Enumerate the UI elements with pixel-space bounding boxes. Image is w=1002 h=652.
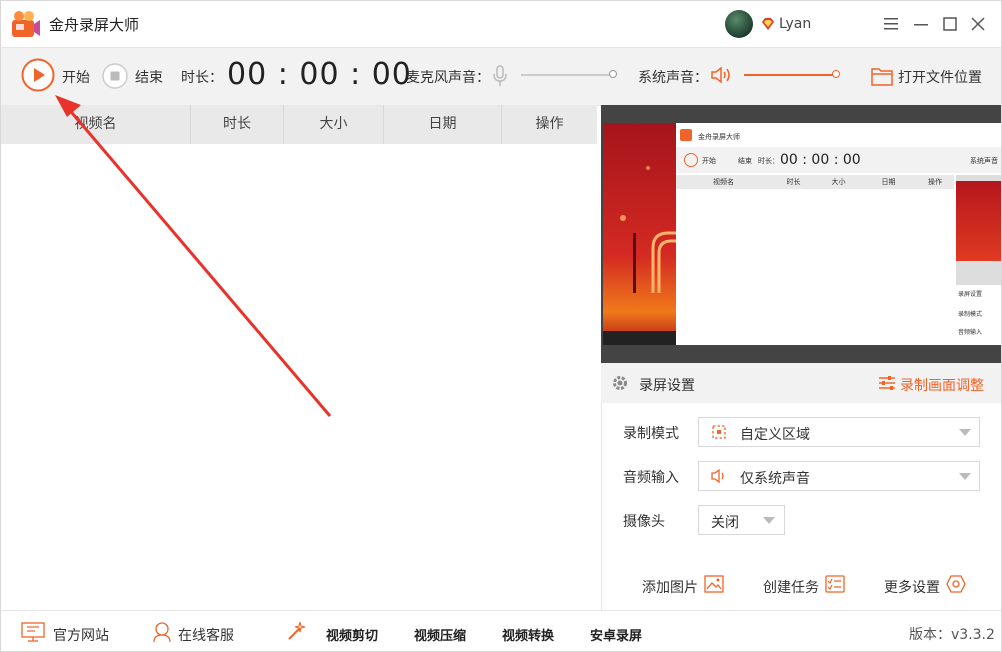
audio-value: 仅系统声音	[740, 471, 810, 487]
settings-title: 录屏设置	[639, 378, 695, 394]
camera-value: 关闭	[711, 515, 739, 531]
chevron-down-icon	[959, 473, 971, 480]
microphone-icon[interactable]	[493, 65, 507, 87]
preview-mini-title: 金舟录屏大师	[698, 133, 740, 141]
preview-mini-col: 视频名	[713, 178, 734, 186]
preview-screenshot: 金舟录屏大师 开始 结束 时长： 00 : 00 : 00 系统声音 视频名 时…	[603, 123, 1001, 345]
red-arrow-annotation	[55, 95, 332, 417]
task-list-icon[interactable]	[825, 575, 845, 593]
audio-label: 音频输入	[623, 470, 679, 486]
monitor-icon[interactable]	[21, 622, 45, 642]
system-volume-slider[interactable]	[744, 70, 842, 80]
bottom-bar: 官方网站 在线客服 视频剪切 视频压缩 视频转换 安卓录屏 版本：v3.3.2	[1, 610, 1001, 651]
preview-mini-col: 大小	[831, 178, 846, 186]
duration-label: 时长：	[181, 70, 223, 86]
start-label[interactable]: 开始	[62, 67, 90, 87]
video-compress-link[interactable]: 视频压缩	[414, 625, 466, 644]
close-icon[interactable]	[968, 14, 988, 34]
app-logo-icon	[12, 11, 40, 37]
menu-icon[interactable]	[881, 14, 901, 34]
stop-icon	[102, 63, 128, 89]
system-slider-knob[interactable]	[832, 70, 840, 78]
version-text: 版本：v3.3.2	[909, 627, 995, 643]
open-folder-button[interactable]: 打开文件位置	[898, 67, 982, 87]
folder-icon[interactable]	[871, 66, 893, 86]
app-window: 金舟录屏大师 Lyan 开始 结束 时长： 00: 00: 00 麦克风声音…	[0, 0, 1002, 652]
minimize-icon[interactable]	[911, 14, 931, 34]
mode-label: 录制模式	[623, 426, 679, 442]
camera-label: 摄像头	[623, 514, 665, 530]
preview-mini-settings: 录屏设置	[958, 291, 983, 298]
speaker-icon[interactable]	[710, 66, 732, 84]
mic-volume-slider[interactable]	[521, 70, 619, 80]
create-task-button[interactable]: 创建任务	[763, 577, 819, 597]
add-image-button[interactable]: 添加图片	[642, 577, 698, 597]
maximize-icon[interactable]	[940, 14, 960, 34]
official-website-link[interactable]: 官方网站	[53, 625, 109, 645]
preview-mini-col: 操作	[928, 178, 942, 186]
preview-poster-left	[603, 123, 676, 345]
preview-mini-stop: 结束	[738, 157, 752, 165]
video-cut-link[interactable]: 视频剪切	[326, 625, 378, 644]
username[interactable]: Lyan	[779, 16, 811, 32]
gear-icon	[613, 376, 627, 390]
image-icon[interactable]	[704, 575, 724, 593]
preview-panel: 金舟录屏大师 开始 结束 时长： 00 : 00 : 00 系统声音 视频名 时…	[601, 105, 1001, 363]
play-icon	[21, 58, 55, 92]
preview-mini-mode: 录制模式	[958, 311, 983, 318]
system-sound-label: 系统声音：	[638, 70, 708, 86]
app-title: 金舟录屏大师	[49, 16, 140, 34]
chevron-down-icon	[763, 517, 775, 524]
settings-header: 录屏设置 录制画面调整	[601, 363, 1001, 403]
sliders-icon[interactable]	[878, 375, 896, 391]
preview-mini-system: 系统声音	[970, 157, 998, 165]
chevron-down-icon	[959, 429, 971, 436]
preview-mini-window: 金舟录屏大师 开始 结束 时长： 00 : 00 : 00 系统声音 视频名 时…	[676, 123, 1001, 345]
audio-select[interactable]: 仅系统声音	[698, 461, 980, 491]
mic-label: 麦克风声音：	[406, 70, 490, 86]
start-button[interactable]	[21, 58, 55, 92]
title-bar: 金舟录屏大师 Lyan	[1, 1, 1001, 47]
mode-value: 自定义区域	[740, 427, 810, 443]
preview-mini-start: 开始	[702, 157, 716, 165]
video-convert-link[interactable]: 视频转换	[502, 625, 554, 644]
preview-mini-duration: 时长：	[758, 157, 779, 165]
support-agent-icon[interactable]	[152, 621, 172, 643]
stop-label[interactable]: 结束	[135, 67, 163, 87]
preview-mini-audio: 音频输入	[958, 329, 983, 336]
avatar[interactable]	[725, 10, 753, 38]
online-support-link[interactable]: 在线客服	[178, 625, 234, 645]
region-icon	[712, 425, 726, 439]
preview-mini-logo-icon	[680, 129, 692, 141]
preview-mini-col: 日期	[881, 178, 896, 186]
timer-display: 00 : 00 : 00	[227, 57, 412, 92]
settings-body: 录制模式 自定义区域 音频输入 仅系统声音 摄像头 关闭 添加图片 创建任务 更…	[601, 403, 1001, 610]
camera-select[interactable]: 关闭	[698, 505, 785, 535]
preview-mini-nested: 录屏设置 录制模式 音频输入	[956, 175, 1001, 345]
more-settings-button[interactable]: 更多设置	[884, 577, 940, 597]
mic-slider-knob[interactable]	[609, 70, 617, 78]
android-record-link[interactable]: 安卓录屏	[590, 625, 642, 644]
column-actions[interactable]: 操作	[502, 105, 597, 144]
speaker-icon	[711, 469, 724, 483]
vip-diamond-icon[interactable]	[761, 17, 775, 31]
preview-mini-play-icon	[684, 153, 698, 167]
stop-button[interactable]	[102, 63, 128, 89]
adjust-frame-button[interactable]: 录制画面调整	[900, 375, 984, 395]
preview-mini-timer: 00 : 00 : 00	[780, 152, 861, 168]
settings-hex-icon[interactable]	[946, 575, 966, 593]
preview-mini-col: 时长	[786, 178, 801, 186]
mode-select[interactable]: 自定义区域	[698, 417, 980, 447]
column-date[interactable]: 日期	[384, 105, 502, 144]
magic-wand-icon[interactable]	[286, 620, 308, 642]
